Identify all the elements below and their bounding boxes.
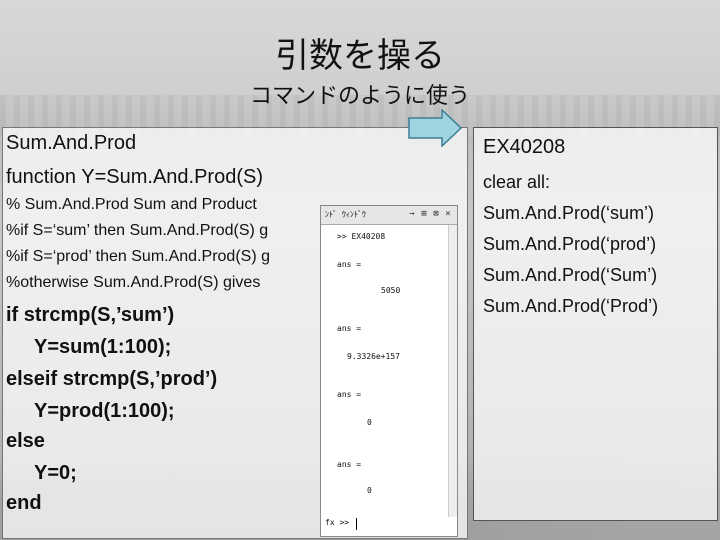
code-line: else xyxy=(6,430,45,452)
restore-icon[interactable]: ⊠ xyxy=(431,209,441,220)
comment-line: %if S=‘sum’ then Sum.And.Prod(S) g xyxy=(6,222,269,239)
result-value: 9.3326e+157 xyxy=(347,352,400,361)
command-prompt[interactable]: fx >> xyxy=(325,518,349,527)
comment-line: %otherwise Sum.And.Prod(S) gives xyxy=(6,274,261,291)
script-line: clear all: xyxy=(483,172,551,192)
code-line: Y=prod(1:100); xyxy=(34,400,175,422)
slide-title: 引数を操る xyxy=(275,36,445,76)
result-value: 0 xyxy=(367,418,372,427)
function-signature: function Y=Sum.And.Prod(S) xyxy=(6,166,263,188)
right-arrow-icon xyxy=(408,109,462,147)
code-line: end xyxy=(6,492,42,514)
code-line: if strcmp(S,’sum’) xyxy=(6,304,175,326)
code-line: elseif strcmp(S,’prod’) xyxy=(6,368,218,390)
slide-subtitle: コマンドのように使う xyxy=(249,84,470,109)
script-line: Sum.And.Prod(‘Sum’) xyxy=(483,265,658,285)
text-caret xyxy=(356,518,357,530)
comment-line: %if S=‘prod’ then Sum.And.Prod(S) g xyxy=(6,248,270,265)
command-input-line: >> EX40208 xyxy=(337,232,386,241)
command-window-scrollbar[interactable] xyxy=(448,225,457,517)
code-line: Y=0; xyxy=(34,462,77,484)
script-line: Sum.And.Prod(‘sum’) xyxy=(483,203,655,223)
function-name: Sum.And.Prod xyxy=(6,132,137,154)
script-line: Sum.And.Prod(‘prod’) xyxy=(483,234,657,254)
result-label: ans = xyxy=(337,390,362,399)
command-window-title: ﾝﾄﾞ ｳｨﾝﾄﾞｳ xyxy=(325,210,366,219)
result-label: ans = xyxy=(337,460,362,469)
result-value: 0 xyxy=(367,486,372,495)
result-label: ans = xyxy=(337,324,362,333)
undock-icon[interactable]: → xyxy=(407,209,417,220)
close-icon[interactable]: × xyxy=(443,209,453,220)
result-value: 5050 xyxy=(381,286,401,295)
comment-line: % Sum.And.Prod Sum and Product xyxy=(6,196,257,213)
maximize-icon[interactable]: ⊞ xyxy=(419,209,429,220)
script-name: EX40208 xyxy=(483,136,566,158)
script-line: Sum.And.Prod(‘Prod’) xyxy=(483,296,659,316)
result-label: ans = xyxy=(337,260,362,269)
command-window[interactable]: ﾝﾄﾞ ｳｨﾝﾄﾞｳ → ⊞ ⊠ × >> EX40208 ans = 5050… xyxy=(320,205,458,537)
command-window-titlebar: ﾝﾄﾞ ｳｨﾝﾄﾞｳ → ⊞ ⊠ × xyxy=(321,206,457,225)
code-line: Y=sum(1:100); xyxy=(34,336,172,358)
